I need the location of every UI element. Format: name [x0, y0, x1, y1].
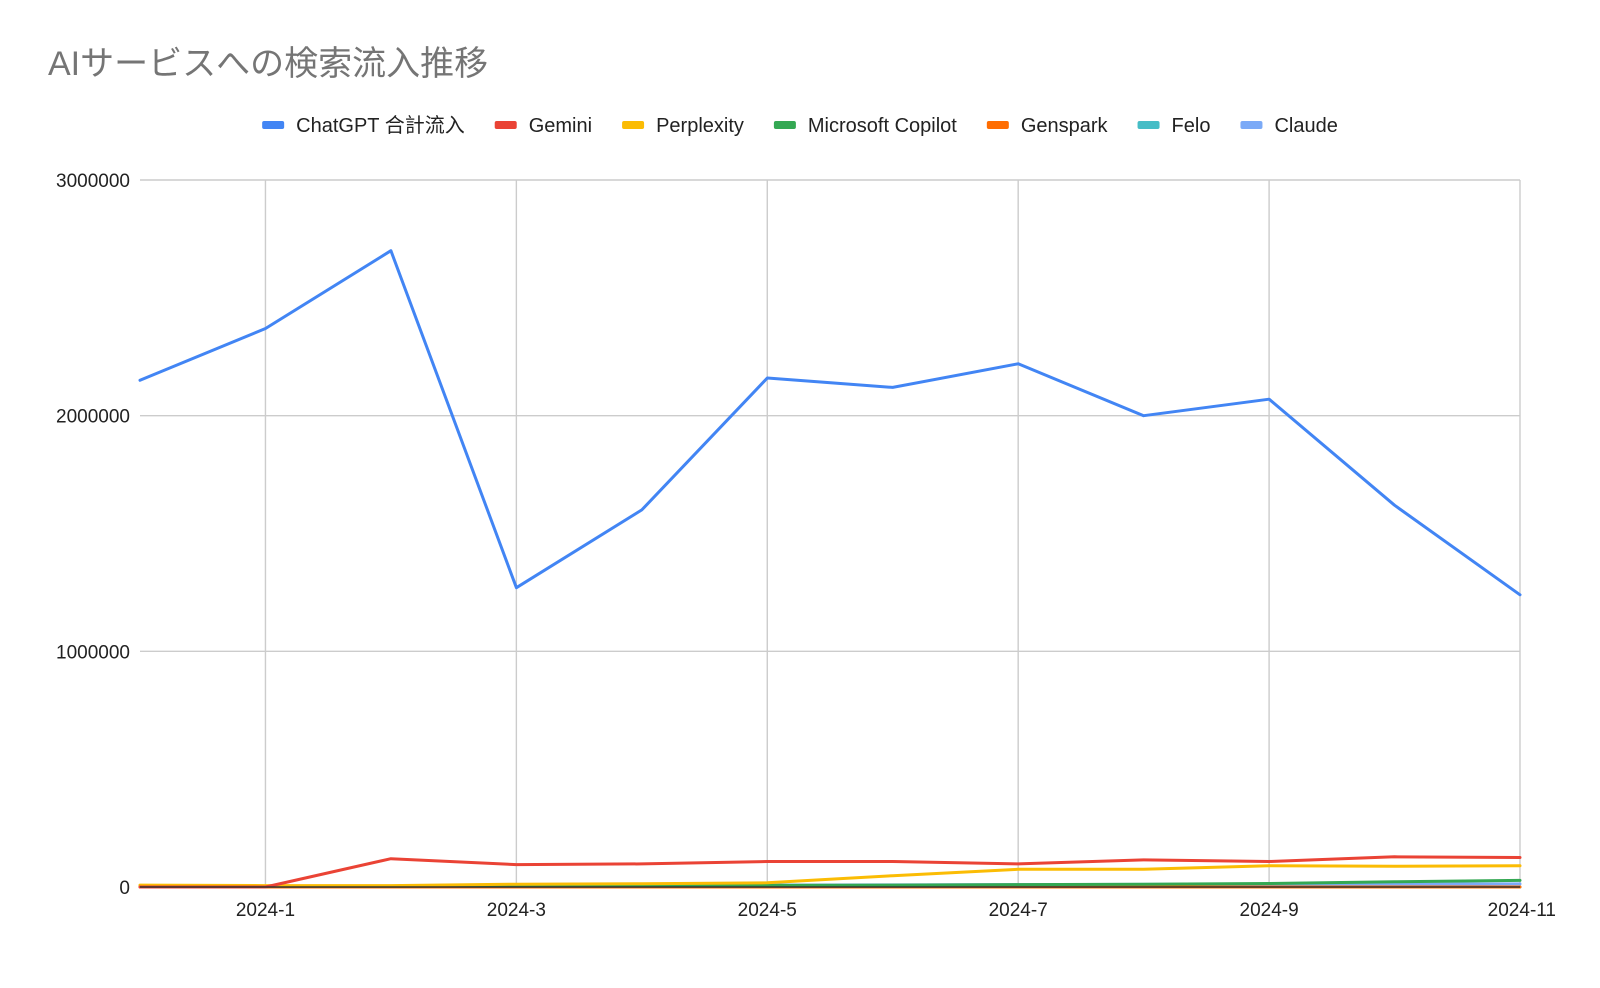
legend: ChatGPT 合計流入 Gemini Perplexity Microsoft Co…	[262, 114, 1338, 137]
legend-label: ChatGPT 合計流入	[296, 114, 465, 137]
legend-label: Felo	[1172, 115, 1211, 137]
y-tick-label: 2000000	[56, 407, 130, 428]
grid	[140, 179, 1521, 887]
x-tick-label: 2024-1	[236, 900, 295, 921]
legend-swatch	[986, 121, 1009, 129]
x-tick-label: 2024-11	[1488, 900, 1556, 921]
y-tick-label: 3000000	[56, 171, 130, 192]
line-chart: AIサービスへの検索流入推移 ChatGPT 合計流入 Gemini Perplex…	[48, 45, 1556, 921]
x-tick-label: 2024-5	[738, 900, 797, 921]
chart-title: AIサービスへの検索流入推移	[48, 45, 488, 83]
x-axis-ticks: 2024-1 2024-3 2024-5 2024-7 2024-9 2024-11	[236, 900, 1556, 921]
legend-label: Claude	[1274, 115, 1337, 137]
x-tick-label: 2024-9	[1240, 900, 1299, 921]
legend-label: Genspark	[1021, 115, 1109, 137]
series-lines	[138, 249, 1522, 889]
chart-container: AIサービスへの検索流入推移 ChatGPT 合計流入 Gemini Perplex…	[0, 0, 1600, 988]
legend-swatch	[1137, 121, 1160, 129]
legend-swatch	[262, 121, 285, 129]
y-tick-label: 0	[119, 878, 130, 899]
legend-swatch	[494, 121, 517, 129]
y-axis-ticks: 0 1000000 2000000 3000000	[56, 171, 130, 899]
series-line-0	[138, 249, 1522, 597]
legend-swatch	[1240, 121, 1263, 129]
legend-swatch	[773, 121, 796, 129]
legend-swatch	[622, 121, 645, 129]
legend-label: Microsoft Copilot	[808, 115, 957, 137]
x-tick-label: 2024-3	[487, 900, 546, 921]
y-tick-label: 1000000	[56, 642, 130, 663]
legend-label: Gemini	[529, 115, 592, 137]
legend-label: Perplexity	[656, 115, 744, 137]
x-tick-label: 2024-7	[989, 900, 1048, 921]
